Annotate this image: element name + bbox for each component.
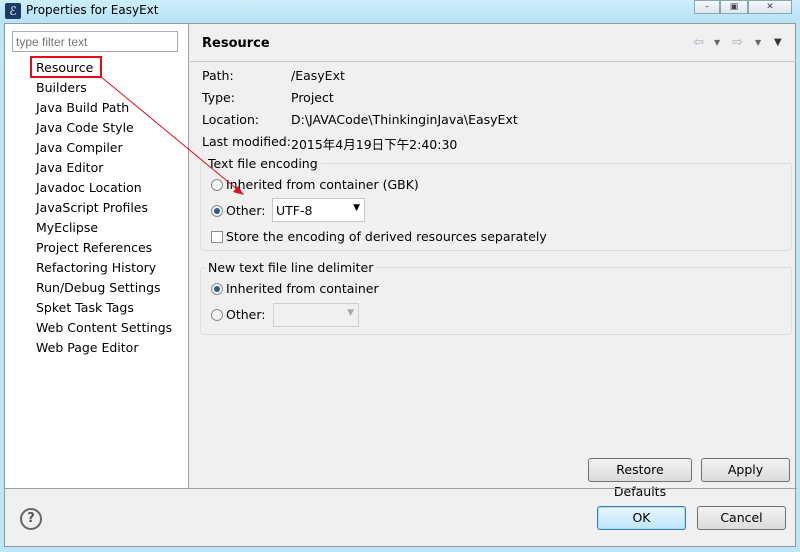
view-menu-icon[interactable]: ▼ <box>774 37 782 48</box>
other-delimiter-label: Other: <box>226 307 266 322</box>
delimiter-select[interactable]: ▼ <box>273 303 359 327</box>
tree-item-java-build-path[interactable]: Java Build Path <box>36 100 129 115</box>
inherited-encoding-label: Inherited from container (GBK) <box>226 177 419 192</box>
tree-item-javascript-profiles[interactable]: JavaScript Profiles <box>36 200 148 215</box>
title-bar: ℰ Properties for EasyExt – ▣ ✕ <box>0 0 800 22</box>
delimiter-legend: New text file line delimiter <box>208 260 374 275</box>
chevron-down-icon: ▼ <box>353 203 360 213</box>
close-icon[interactable]: ✕ <box>748 0 792 14</box>
info-value: Project <box>291 90 334 105</box>
store-encoding-label: Store the encoding of derived resources … <box>226 229 547 244</box>
info-label: Path: <box>202 68 234 83</box>
tree-item-builders[interactable]: Builders <box>36 80 87 95</box>
tree-item-spket-task-tags[interactable]: Spket Task Tags <box>36 300 134 315</box>
tree-item-web-content-settings[interactable]: Web Content Settings <box>36 320 172 335</box>
info-value: D:\JAVACode\ThinkinginJava\EasyExt <box>291 112 518 127</box>
tree-item-myeclipse[interactable]: MyEclipse <box>36 220 98 235</box>
tree-item-java-code-style[interactable]: Java Code Style <box>36 120 134 135</box>
store-encoding-checkbox[interactable] <box>211 231 223 243</box>
forward-arrow-icon[interactable]: ⇨ <box>732 35 743 50</box>
maximize-icon[interactable]: ▣ <box>720 0 748 14</box>
tree-item-java-compiler[interactable]: Java Compiler <box>36 140 123 155</box>
ok-button[interactable]: OK <box>597 506 686 530</box>
info-label: Type: <box>202 90 235 105</box>
tree-item-project-references[interactable]: Project References <box>36 240 152 255</box>
info-label: Location: <box>202 112 260 127</box>
cancel-button[interactable]: Cancel <box>697 506 786 530</box>
other-encoding-radio[interactable] <box>211 205 223 217</box>
encoding-select[interactable]: UTF-8 ▼ <box>272 198 365 222</box>
tree-item-web-page-editor[interactable]: Web Page Editor <box>36 340 138 355</box>
inherited-delimiter-label: Inherited from container <box>226 281 379 296</box>
divider <box>5 488 797 489</box>
info-label: Last modified: <box>202 134 291 149</box>
tree-item-refactoring-history[interactable]: Refactoring History <box>36 260 156 275</box>
tree-item-run-debug-settings[interactable]: Run/Debug Settings <box>36 280 161 295</box>
page-title: Resource <box>202 36 270 51</box>
tree-item-java-editor[interactable]: Java Editor <box>36 160 103 175</box>
minimize-icon[interactable]: – <box>694 0 720 14</box>
help-icon[interactable]: ? <box>20 508 42 530</box>
restore-defaults-button[interactable]: Restore Defaults <box>588 458 692 499</box>
resource-page: Resource ⇦ ▼ ⇨ ▼ ▼ Path: /EasyExt Type: Pro… <box>190 24 796 499</box>
tree-item-javadoc-location[interactable]: Javadoc Location <box>36 180 142 195</box>
back-menu-icon[interactable]: ▼ <box>714 38 720 47</box>
encoding-value: UTF-8 <box>276 203 313 218</box>
inherited-encoding-radio[interactable] <box>211 179 223 191</box>
other-encoding-label: Other: <box>226 203 266 218</box>
eclipse-app-icon: ℰ <box>5 3 21 19</box>
forward-menu-icon[interactable]: ▼ <box>755 38 761 47</box>
page-header: Resource ⇦ ▼ ⇨ ▼ ▼ <box>190 24 796 62</box>
filter-input[interactable] <box>12 31 178 52</box>
tree-item-resource[interactable]: Resource <box>36 60 93 75</box>
chevron-down-icon: ▼ <box>347 308 354 318</box>
apply-button[interactable]: Apply <box>701 458 790 482</box>
window-title: Properties for EasyExt <box>26 3 159 17</box>
other-delimiter-radio[interactable] <box>211 309 223 321</box>
encoding-legend: Text file encoding <box>208 156 318 171</box>
info-value: /EasyExt <box>291 68 345 83</box>
category-tree: Resource Builders Java Build Path Java Code… <box>5 24 189 488</box>
info-value: 2015年4月19日下午2:40:30 <box>291 137 458 152</box>
back-arrow-icon[interactable]: ⇦ <box>693 35 704 50</box>
properties-dialog: Resource Builders Java Build Path Java Code… <box>4 23 797 547</box>
inherited-delimiter-radio[interactable] <box>211 283 223 295</box>
